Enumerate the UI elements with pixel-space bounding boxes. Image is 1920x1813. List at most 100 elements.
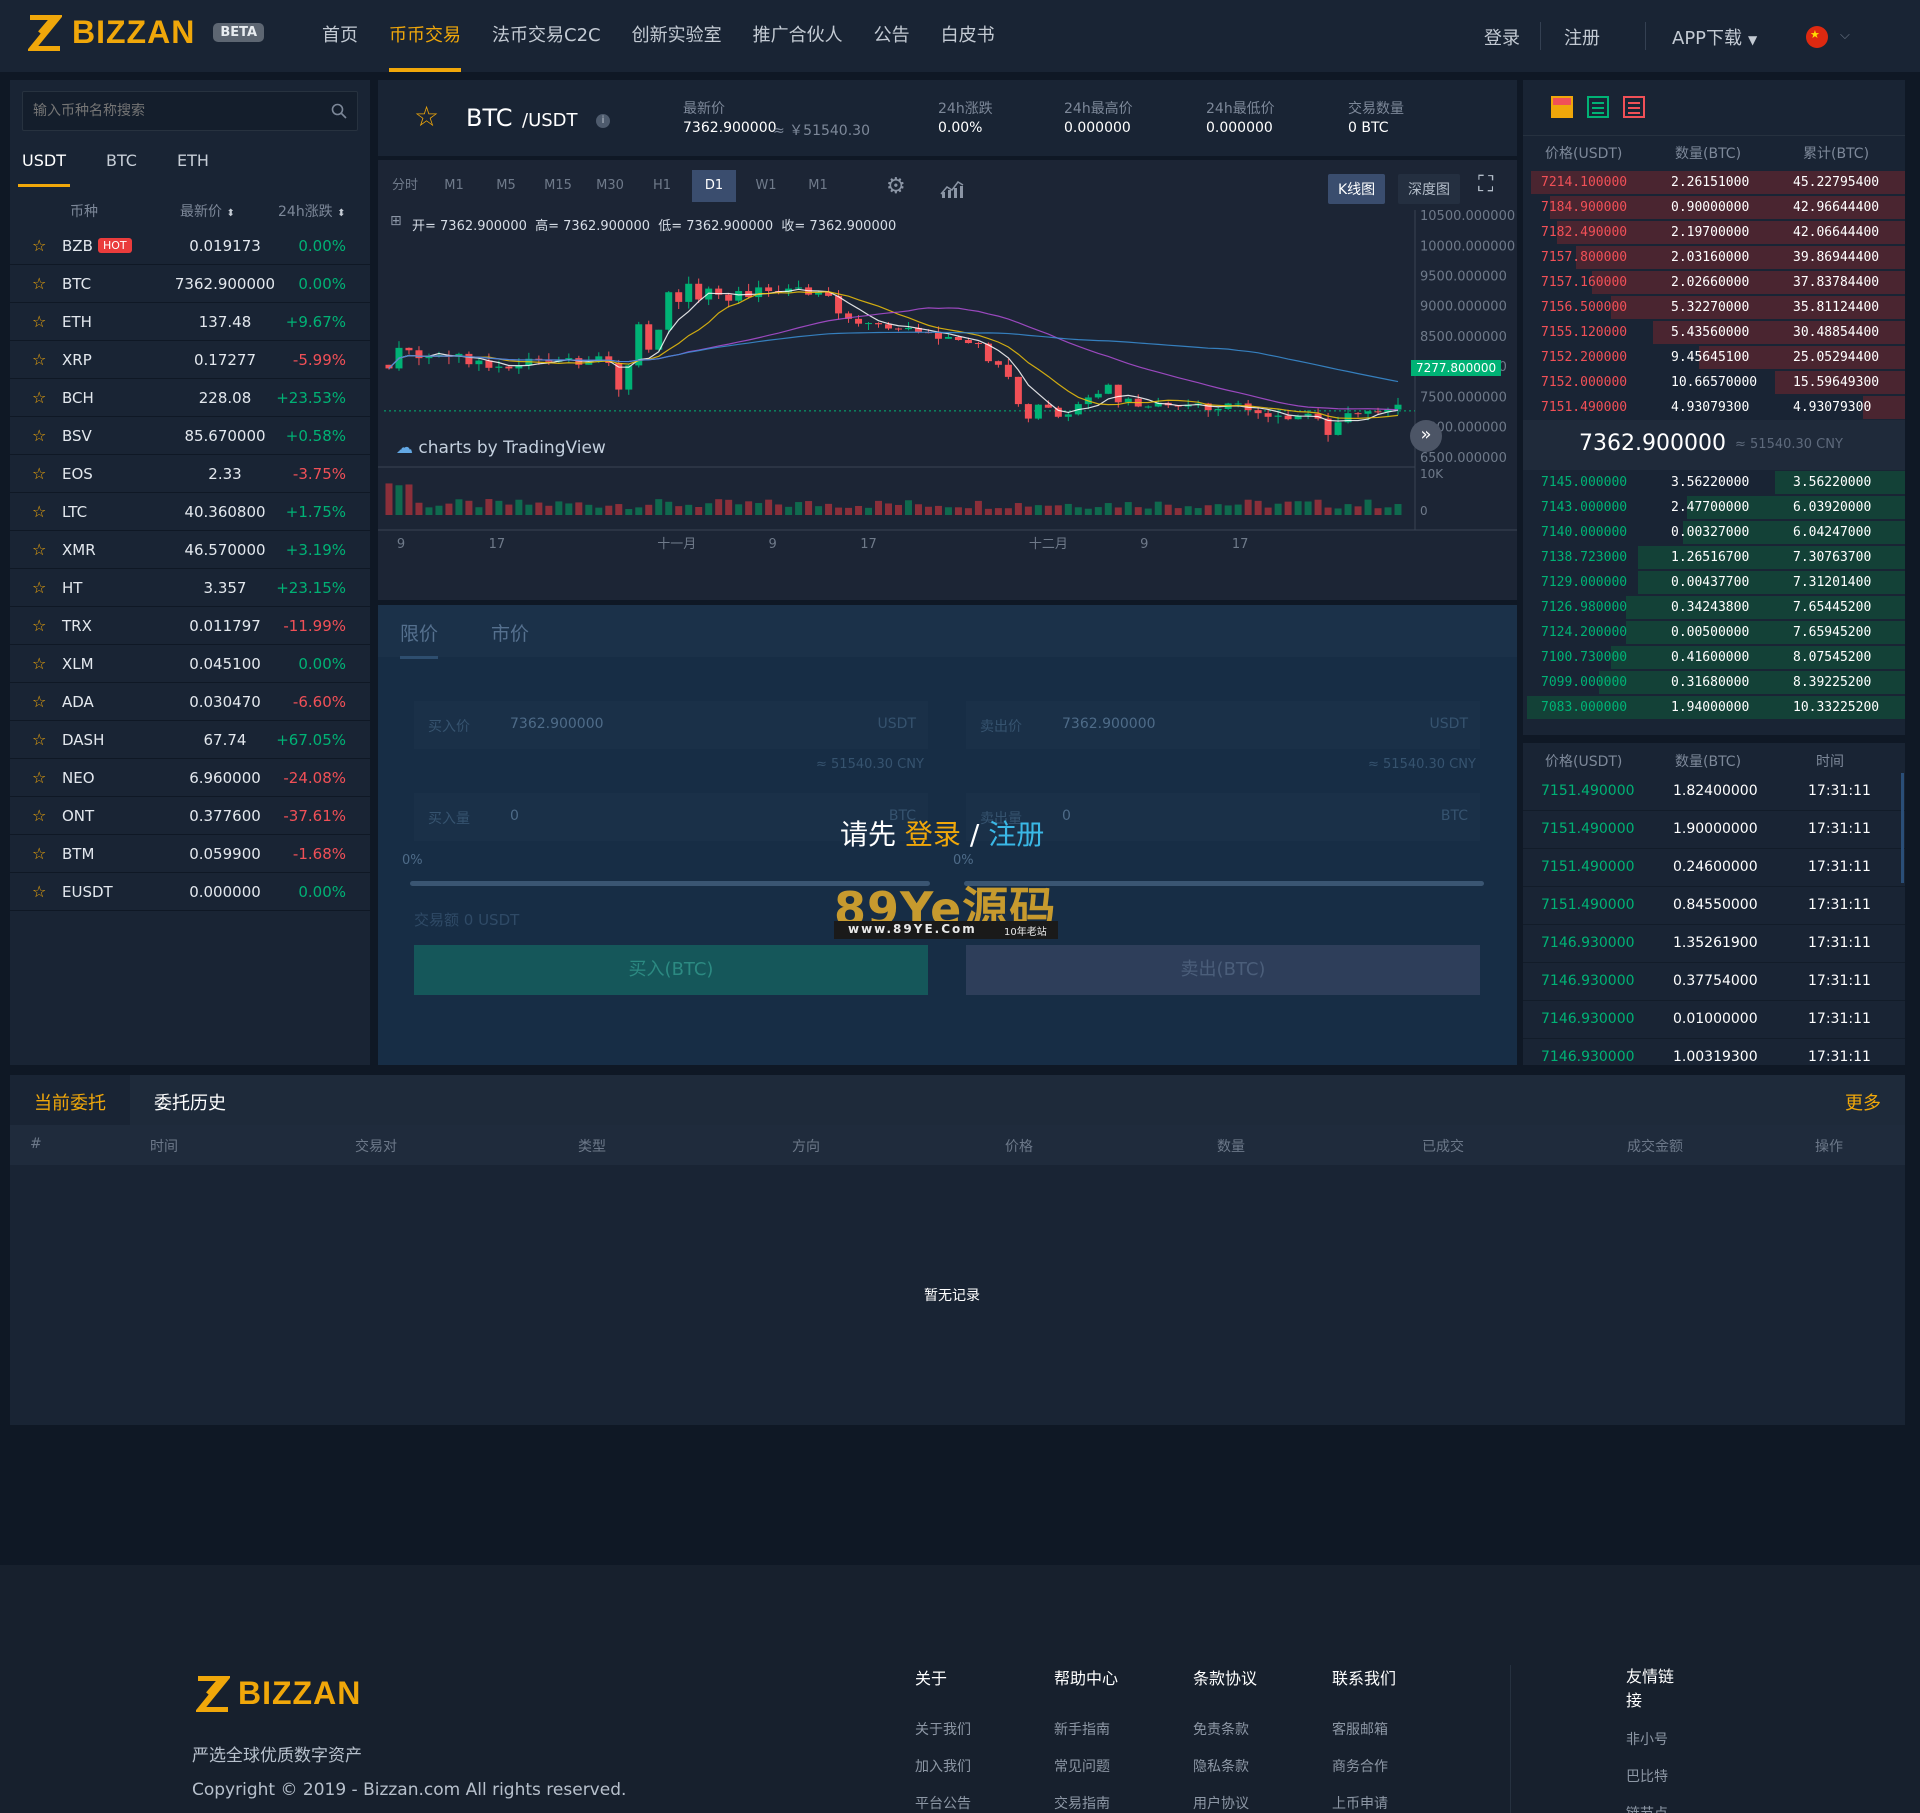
interval-5[interactable]: H1 bbox=[640, 170, 684, 202]
favorite-star-icon[interactable]: ☆ bbox=[32, 692, 46, 711]
prompt-register-link[interactable]: 注册 bbox=[988, 818, 1044, 851]
sell-button[interactable]: 卖出(BTC) bbox=[966, 945, 1480, 995]
nav-item-5[interactable]: 公告 bbox=[874, 0, 910, 72]
coin-row[interactable]: ☆ EUSDT 0.000000 0.00% bbox=[10, 873, 370, 911]
kline-chart[interactable]: 10500.000000 10000.000000 9500.000000 9000.… bbox=[378, 210, 1517, 600]
favorite-star-icon[interactable]: ☆ bbox=[32, 844, 46, 863]
favorite-star-icon[interactable]: ☆ bbox=[414, 100, 439, 133]
sell-price-field[interactable]: 卖出价 7362.900000 USDT bbox=[966, 701, 1480, 749]
favorite-star-icon[interactable]: ☆ bbox=[32, 426, 46, 445]
language-chevron-icon[interactable]: ⌵ bbox=[1840, 28, 1850, 43]
chart-settings-gear-icon[interactable]: ⚙ bbox=[886, 174, 906, 199]
coin-row[interactable]: ☆ XLM 0.045100 0.00% bbox=[10, 645, 370, 683]
trades-scrollbar[interactable] bbox=[1901, 773, 1904, 883]
interval-3[interactable]: M15 bbox=[536, 170, 580, 202]
bid-row[interactable]: 7126.980000 0.34243800 7.65445200 bbox=[1523, 595, 1905, 620]
coin-row[interactable]: ☆ BTC 7362.900000 0.00% bbox=[10, 265, 370, 303]
tab-market[interactable]: 市价 bbox=[491, 619, 529, 646]
friend-link[interactable]: 巴比特 bbox=[1626, 1766, 1686, 1788]
coin-row[interactable]: ☆ DASH 67.74 +67.05% bbox=[10, 721, 370, 759]
interval-0[interactable]: 分时 bbox=[386, 170, 424, 202]
market-tab-btc[interactable]: BTC bbox=[102, 145, 141, 187]
favorite-star-icon[interactable]: ☆ bbox=[32, 464, 46, 483]
china-flag-icon[interactable]: ★ bbox=[1806, 26, 1828, 48]
market-tab-eth[interactable]: ETH bbox=[173, 145, 213, 187]
bid-row[interactable]: 7140.000000 0.00327000 6.04247000 bbox=[1523, 520, 1905, 545]
interval-7[interactable]: W1 bbox=[744, 170, 788, 202]
indicators-icon[interactable] bbox=[940, 178, 964, 198]
footer-link[interactable]: 交易指南 bbox=[1054, 1793, 1184, 1813]
book-view-asks-icon[interactable] bbox=[1623, 96, 1645, 118]
footer-link[interactable]: 用户协议 bbox=[1193, 1793, 1323, 1813]
coin-row[interactable]: ☆ ADA 0.030470 -6.60% bbox=[10, 683, 370, 721]
fullscreen-icon[interactable]: ⛶ bbox=[1478, 172, 1493, 197]
col-price[interactable]: 最新价 ⬍ bbox=[180, 201, 235, 221]
book-view-bids-icon[interactable] bbox=[1587, 96, 1609, 118]
book-view-both-icon[interactable] bbox=[1551, 96, 1573, 118]
favorite-star-icon[interactable]: ☆ bbox=[32, 730, 46, 749]
coin-row[interactable]: ☆ BZB HOT 0.019173 0.00% bbox=[10, 227, 370, 265]
brand-logo[interactable]: BIZZAN BETA bbox=[28, 14, 265, 51]
scroll-right-button[interactable]: » bbox=[1410, 420, 1442, 452]
coin-row[interactable]: ☆ LTC 40.360800 +1.75% bbox=[10, 493, 370, 531]
nav-item-4[interactable]: 推广合伙人 bbox=[753, 0, 843, 72]
bid-row[interactable]: 7124.200000 0.00500000 7.65945200 bbox=[1523, 620, 1905, 645]
tradingview-credit[interactable]: ☁ charts by TradingView bbox=[396, 438, 606, 458]
bid-row[interactable]: 7138.723000 1.26516700 7.30763700 bbox=[1523, 545, 1905, 570]
favorite-star-icon[interactable]: ☆ bbox=[32, 502, 46, 521]
footer-link[interactable]: 加入我们 bbox=[915, 1756, 1045, 1778]
ask-row[interactable]: 7151.490000 4.93079300 4.93079300 bbox=[1523, 395, 1905, 420]
footer-link[interactable]: 免责条款 bbox=[1193, 1719, 1323, 1741]
tab-order-history[interactable]: 委托历史 bbox=[154, 1089, 226, 1115]
nav-item-3[interactable]: 创新实验室 bbox=[632, 0, 722, 72]
footer-link[interactable]: 客服邮箱 bbox=[1332, 1719, 1462, 1741]
favorite-star-icon[interactable]: ☆ bbox=[32, 768, 46, 787]
ask-row[interactable]: 7157.800000 2.03160000 39.86944400 bbox=[1523, 245, 1905, 270]
footer-link[interactable]: 商务合作 bbox=[1332, 1756, 1462, 1778]
bid-row[interactable]: 7145.000000 3.56220000 3.56220000 bbox=[1523, 470, 1905, 495]
coin-row[interactable]: ☆ XRP 0.17277 -5.99% bbox=[10, 341, 370, 379]
ask-row[interactable]: 7214.100000 2.26151000 45.22795400 bbox=[1523, 170, 1905, 195]
register-link[interactable]: 注册 bbox=[1564, 24, 1600, 50]
ask-row[interactable]: 7184.900000 0.90000000 42.96644400 bbox=[1523, 195, 1905, 220]
favorite-star-icon[interactable]: ☆ bbox=[32, 578, 46, 597]
favorite-star-icon[interactable]: ☆ bbox=[32, 616, 46, 635]
interval-1[interactable]: M1 bbox=[432, 170, 476, 202]
coin-search-box[interactable] bbox=[22, 91, 358, 131]
favorite-star-icon[interactable]: ☆ bbox=[32, 274, 46, 293]
kline-view-button[interactable]: K线图 bbox=[1328, 174, 1386, 204]
footer-link[interactable]: 隐私条款 bbox=[1193, 1756, 1323, 1778]
favorite-star-icon[interactable]: ☆ bbox=[32, 236, 46, 255]
buy-button[interactable]: 买入(BTC) bbox=[414, 945, 928, 995]
favorite-star-icon[interactable]: ☆ bbox=[32, 654, 46, 673]
coin-row[interactable]: ☆ HT 3.357 +23.15% bbox=[10, 569, 370, 607]
nav-item-1[interactable]: 币币交易 bbox=[389, 0, 461, 72]
bid-row[interactable]: 7100.730000 0.41600000 8.07545200 bbox=[1523, 645, 1905, 670]
app-download-menu[interactable]: APP下载 ▼ bbox=[1672, 24, 1757, 50]
favorite-star-icon[interactable]: ☆ bbox=[32, 806, 46, 825]
tab-current-orders[interactable]: 当前委托 bbox=[10, 1075, 130, 1125]
coin-row[interactable]: ☆ BCH 228.08 +23.53% bbox=[10, 379, 370, 417]
ask-row[interactable]: 7157.160000 2.02660000 37.83784400 bbox=[1523, 270, 1905, 295]
interval-2[interactable]: M5 bbox=[484, 170, 528, 202]
nav-item-0[interactable]: 首页 bbox=[322, 0, 358, 72]
coin-row[interactable]: ☆ BSV 85.670000 +0.58% bbox=[10, 417, 370, 455]
info-icon[interactable]: i bbox=[596, 114, 610, 128]
favorite-star-icon[interactable]: ☆ bbox=[32, 882, 46, 901]
ask-row[interactable]: 7152.200000 9.45645100 25.05294400 bbox=[1523, 345, 1905, 370]
interval-4[interactable]: M30 bbox=[588, 170, 632, 202]
coin-row[interactable]: ☆ TRX 0.011797 -11.99% bbox=[10, 607, 370, 645]
footer-link[interactable]: 平台公告 bbox=[915, 1793, 1045, 1813]
footer-link[interactable]: 上币申请 bbox=[1332, 1793, 1462, 1813]
coin-search-input[interactable] bbox=[23, 92, 303, 130]
interval-6[interactable]: D1 bbox=[692, 170, 736, 202]
nav-item-2[interactable]: 法币交易C2C bbox=[492, 0, 601, 72]
coin-row[interactable]: ☆ EOS 2.33 -3.75% bbox=[10, 455, 370, 493]
tab-limit[interactable]: 限价 bbox=[400, 619, 439, 659]
bid-row[interactable]: 7129.000000 0.00437700 7.31201400 bbox=[1523, 570, 1905, 595]
favorite-star-icon[interactable]: ☆ bbox=[32, 312, 46, 331]
favorite-star-icon[interactable]: ☆ bbox=[32, 350, 46, 369]
friend-link[interactable]: 非小号 bbox=[1626, 1729, 1686, 1751]
search-icon[interactable] bbox=[331, 103, 347, 119]
footer-link[interactable]: 常见问题 bbox=[1054, 1756, 1184, 1778]
